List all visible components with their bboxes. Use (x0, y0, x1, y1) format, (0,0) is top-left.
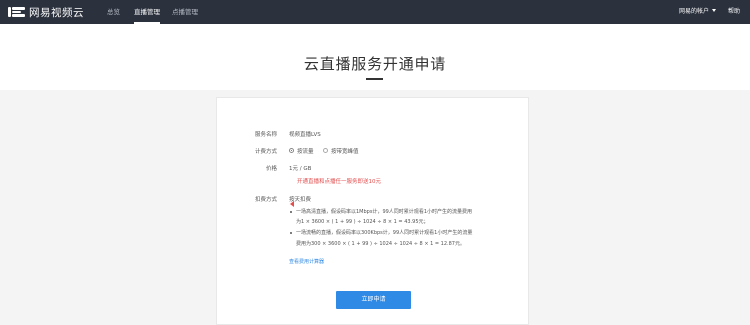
account-label: 网易的帐户 (679, 8, 710, 15)
radio-by-traffic[interactable] (289, 148, 294, 153)
bullet-dot (290, 232, 292, 234)
service-name-label: 服务名称 (254, 132, 277, 138)
example-1-line-1: 一场高清直播，假设码率以1Mbps计，99人同时累计观看1小时产生的流量费用 (296, 209, 472, 215)
main-content: 云直播服务开通申请 服务名称 视频直播LVS 计费方式 按流量 按带宽峰值 价格… (0, 24, 750, 325)
application-form-card: 服务名称 视频直播LVS 计费方式 按流量 按带宽峰值 价格 1元 / GB 开… (216, 97, 529, 325)
logo[interactable]: 网易视频云 (8, 4, 84, 20)
top-navigation-bar: 网易视频云 总览 直播管理 点播管理 网易的帐户 帮助 (0, 0, 750, 24)
price-value: 1元 / GB (289, 166, 312, 172)
nav-item-label: 总览 (107, 8, 120, 16)
nav-item-overview[interactable]: 总览 (107, 0, 120, 24)
example-2-line-2: 费用为300 × 3600 × ( 1 + 99 ) ÷ 1024 ÷ 1024… (296, 241, 465, 247)
apply-now-button[interactable]: 立即申请 (336, 291, 411, 309)
help-link[interactable]: 帮助 (728, 0, 740, 24)
logo-text: 网易视频云 (29, 6, 84, 19)
radio-by-bandwidth-peak[interactable] (323, 148, 328, 153)
deduction-method-label: 扣费方式 (254, 197, 277, 203)
billing-method-label: 计费方式 (254, 149, 277, 155)
radio-by-traffic-label[interactable]: 按流量 (297, 147, 314, 155)
nav-item-live-management[interactable]: 直播管理 (134, 0, 160, 24)
price-label: 价格 (265, 166, 277, 172)
example-1-line-2: 为1 × 3600 × ( 1 + 99 ) ÷ 1024 ÷ 8 × 1 = … (296, 219, 429, 225)
title-underline (366, 78, 383, 80)
service-name-value: 视频直播LVS (289, 132, 321, 138)
chevron-down-icon (712, 9, 717, 12)
radio-by-bandwidth-peak-label[interactable]: 按带宽峰值 (331, 147, 359, 155)
bullet-dot (290, 211, 292, 213)
account-menu[interactable]: 网易的帐户 (679, 0, 717, 24)
deduction-method-value: 按天扣费 (289, 197, 312, 203)
example-2-line-1: 一场流畅的直播，假设码率以300Kbps计，99人同时累计观看1小时产生的流量 (296, 230, 473, 236)
fee-calculator-link[interactable]: 查看费用计算器 (289, 258, 324, 265)
nav-item-label: 直播管理 (134, 8, 160, 16)
logo-icon (8, 6, 26, 18)
promo-notice: 开通直播和点播任一服务即送10元 (297, 179, 381, 185)
page-title: 云直播服务开通申请 (303, 55, 447, 73)
nav-item-label: 点播管理 (172, 8, 198, 16)
nav-item-vod-management[interactable]: 点播管理 (172, 0, 198, 24)
